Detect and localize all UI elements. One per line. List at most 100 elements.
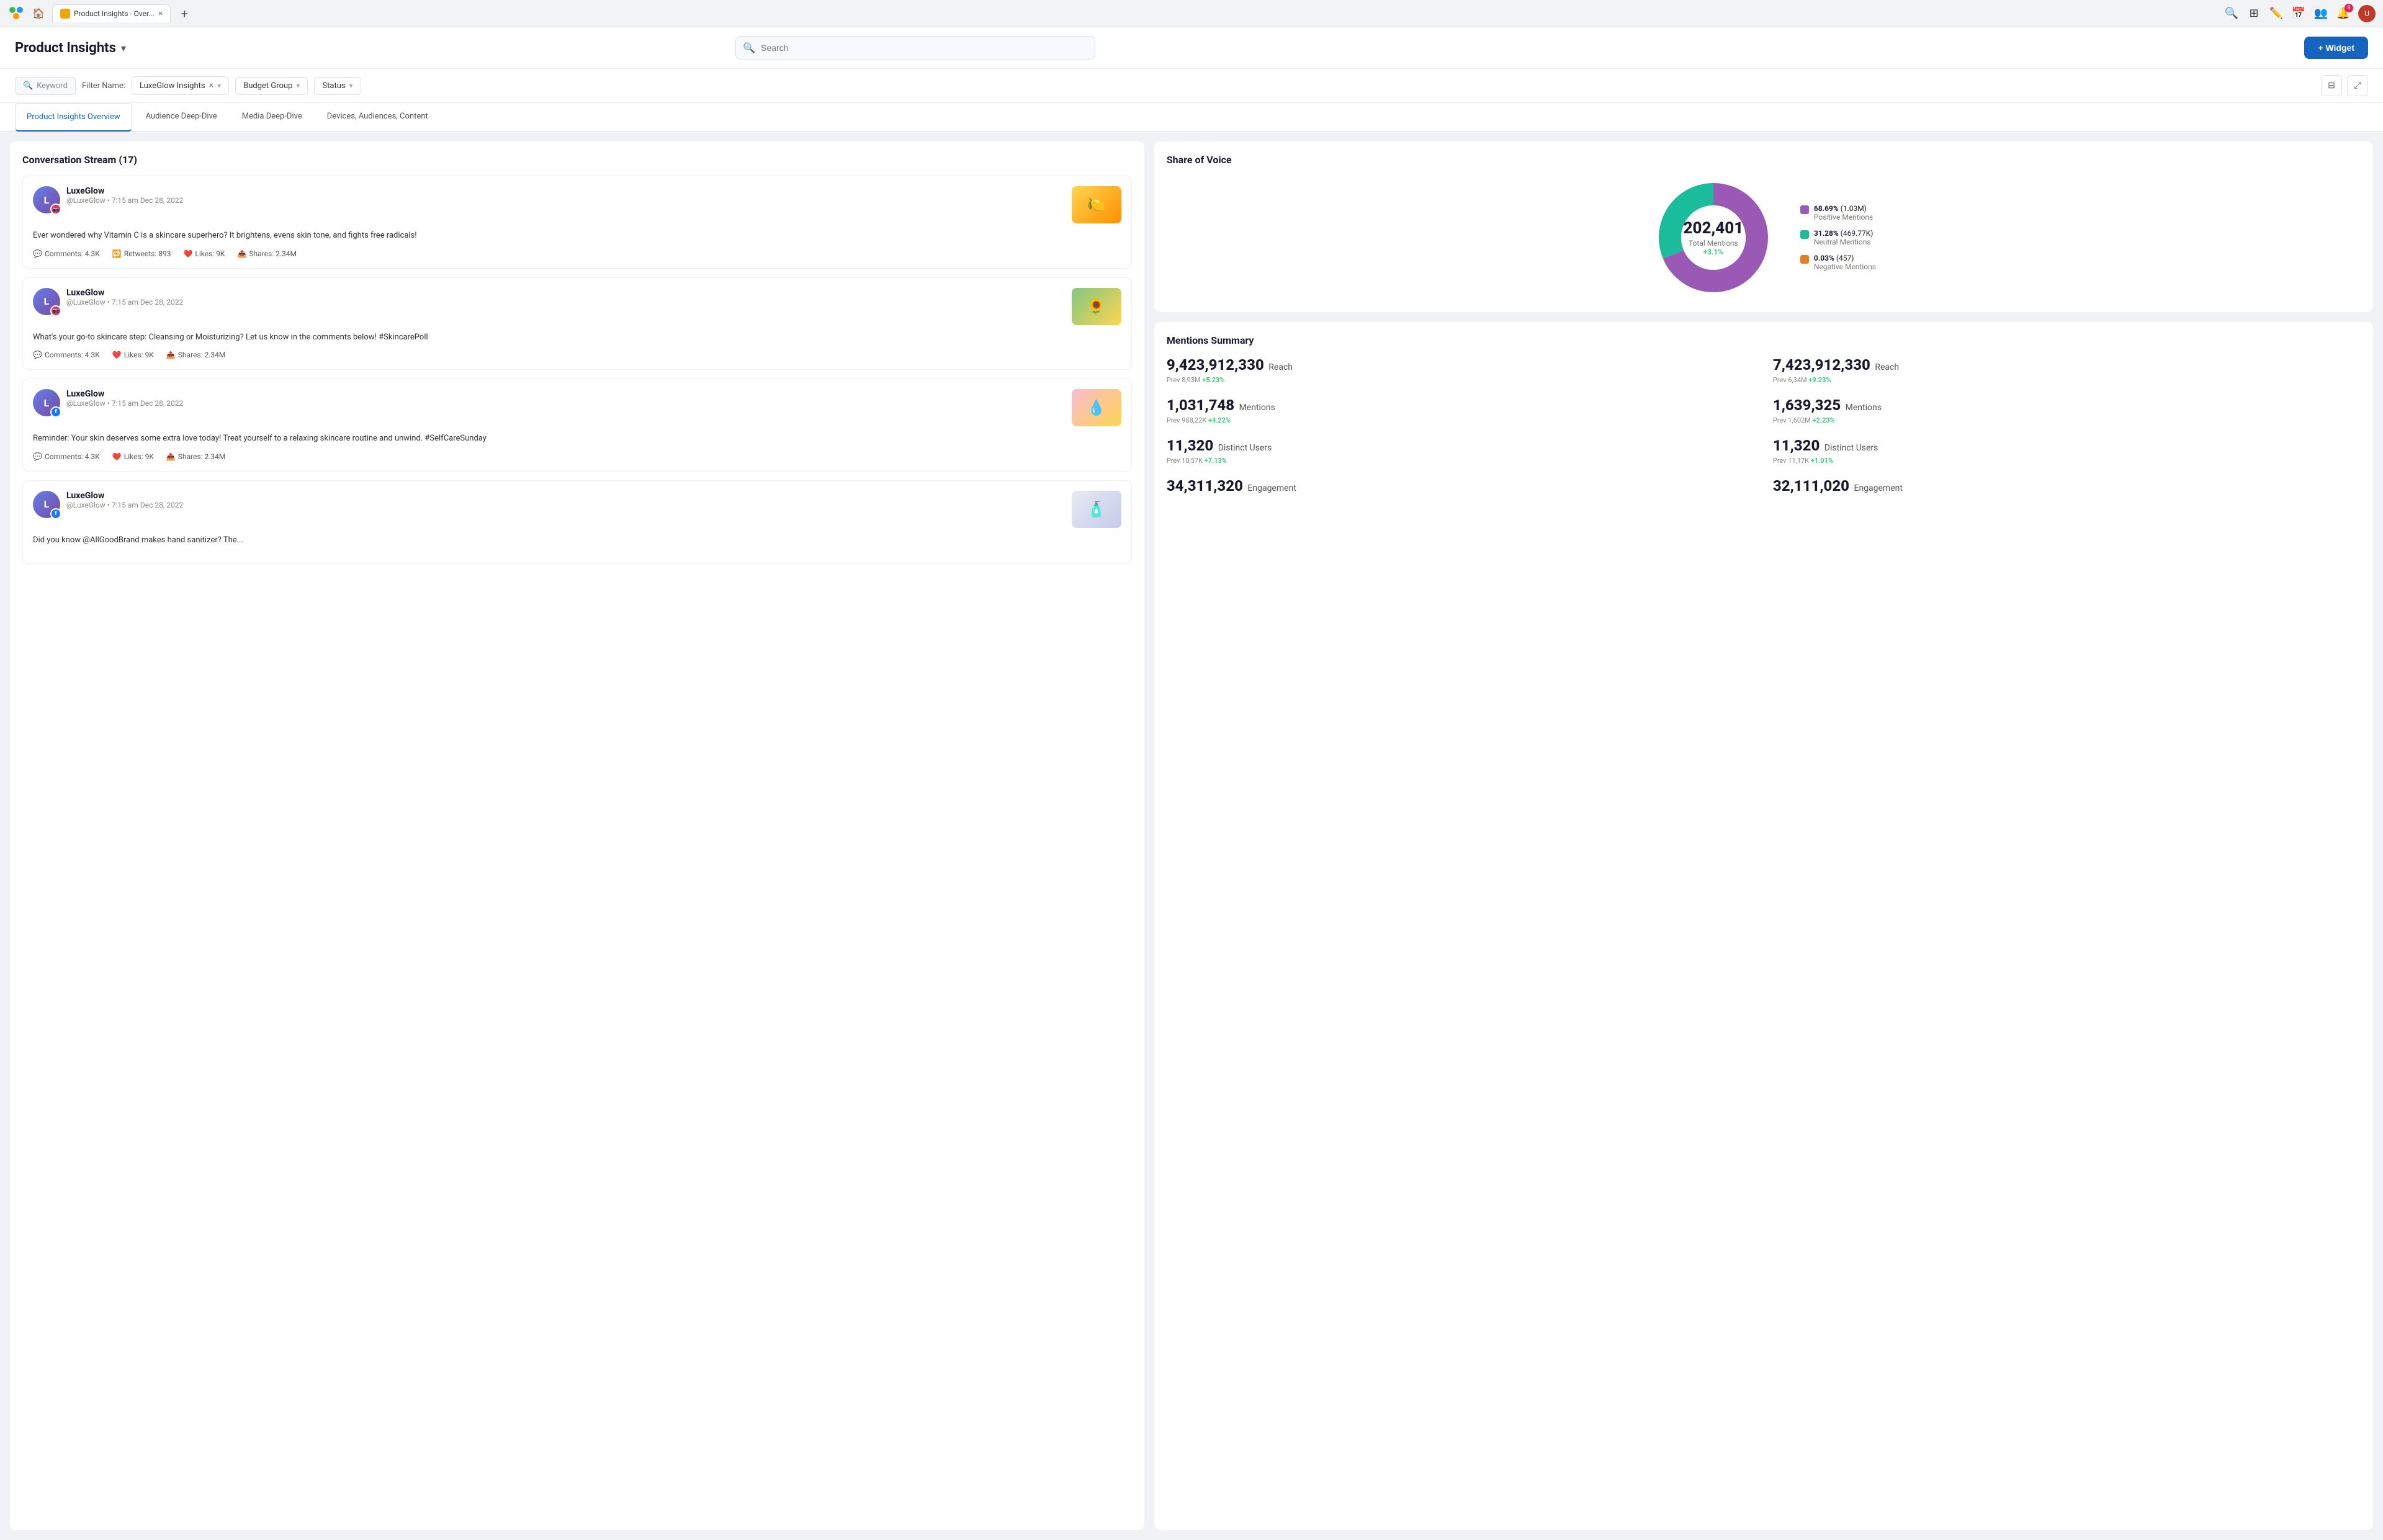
legend-positive: 68.69% (1.03M) Positive Mentions bbox=[1800, 204, 1876, 222]
facebook-badge-3: f bbox=[50, 406, 61, 418]
avatar-wrap-2: L 📷 bbox=[33, 288, 60, 315]
metric-value-engagement-2: 32,111,020 bbox=[1773, 477, 1849, 495]
metric-distinct-2: 11,320 Distinct Users Prev 11,17K +1.01% bbox=[1773, 437, 2361, 465]
card-text-1: Ever wondered why Vitamin C is a skincar… bbox=[33, 230, 1121, 242]
filter-tag-luxeglow[interactable]: LuxeGlow Insights × ▾ bbox=[132, 76, 229, 95]
sov-title: Share of Voice bbox=[1167, 154, 2361, 166]
metric-unit-engagement-1: Engagement bbox=[1247, 483, 1296, 493]
title-chevron-icon[interactable]: ▾ bbox=[121, 42, 126, 54]
card-meta-3: LuxeGlow @LuxeGlow • 7:15 am Dec 28, 202… bbox=[66, 389, 1066, 408]
card-stats-2: 💬 Comments: 4.3K ❤️ Likes: 9K 📤 Shares: … bbox=[33, 351, 1121, 359]
metric-prev-reach-1: Prev 8,93M +5.23% bbox=[1167, 376, 1754, 384]
filter-tag-text: LuxeGlow Insights bbox=[140, 81, 205, 91]
metric-unit-mentions-2: Mentions bbox=[1846, 403, 1882, 413]
metric-engagement-2: 32,111,020 Engagement bbox=[1773, 477, 2361, 495]
metric-engagement-1: 34,311,320 Engagement bbox=[1167, 477, 1754, 495]
metric-unit-mentions-1: Mentions bbox=[1239, 403, 1275, 413]
card-username-2: LuxeGlow bbox=[66, 288, 1066, 298]
bell-badge: 8 bbox=[2345, 4, 2353, 12]
mentions-summary-panel: Mentions Summary 9,423,912,330 Reach Pre… bbox=[1154, 322, 2373, 1530]
card-meta-4: LuxeGlow @LuxeGlow • 7:15 am Dec 28, 202… bbox=[66, 491, 1066, 509]
card-thumb-2: 🌻 bbox=[1072, 288, 1121, 325]
status-label: Status bbox=[322, 81, 345, 91]
card-handle-1: @LuxeGlow • 7:15 am Dec 28, 2022 bbox=[66, 196, 1066, 205]
facebook-badge-4: f bbox=[50, 508, 61, 519]
browser-logo bbox=[7, 5, 25, 22]
conversation-card-4: L f LuxeGlow @LuxeGlow • 7:15 am Dec 28,… bbox=[22, 480, 1132, 565]
card-thumb-1: 🍋 bbox=[1072, 186, 1121, 223]
metric-prev-distinct-2: Prev 11,17K +1.01% bbox=[1773, 457, 2361, 465]
tab-product-insights-overview[interactable]: Product Insights Overview bbox=[15, 103, 132, 132]
tab-audience-deep-dive[interactable]: Audience Deep-Dive bbox=[135, 103, 228, 131]
legend-text-negative: 0.03% (457) Negative Mentions bbox=[1814, 254, 1876, 271]
conversation-stream-title: Conversation Stream (17) bbox=[22, 154, 1132, 166]
metric-value-distinct-2: 11,320 bbox=[1773, 437, 1820, 454]
right-panel: Share of Voice 202,401 bbox=[1154, 141, 2373, 1530]
search-input[interactable] bbox=[735, 36, 1095, 60]
metric-value-reach-2: 7,423,912,330 bbox=[1773, 356, 1870, 374]
browser-edit-icon[interactable]: ✏️ bbox=[2269, 6, 2284, 21]
metric-reach-2: 7,423,912,330 Reach Prev 6,34M +9.23% bbox=[1773, 356, 2361, 384]
legend-negative: 0.03% (457) Negative Mentions bbox=[1800, 254, 1876, 271]
card-thumb-4: 🧴 bbox=[1072, 491, 1121, 528]
card-handle-2: @LuxeGlow • 7:15 am Dec 28, 2022 bbox=[66, 298, 1066, 307]
page-title-area: Product Insights ▾ bbox=[15, 40, 126, 56]
metric-prev-mentions-2: Prev 1,602M +2.23% bbox=[1773, 416, 2361, 424]
user-avatar[interactable]: U bbox=[2358, 5, 2376, 22]
browser-grid-icon[interactable]: ⊞ bbox=[2246, 6, 2261, 21]
stat-shares-3: 📤 Shares: 2.34M bbox=[166, 452, 225, 461]
browser-tab[interactable]: Product Insights - Over... × bbox=[52, 4, 171, 22]
filter-bar: 🔍 Keyword Filter Name: LuxeGlow Insights… bbox=[0, 69, 2383, 103]
browser-users-icon[interactable]: 👥 bbox=[2313, 6, 2328, 21]
search-bar: 🔍 bbox=[735, 36, 1095, 60]
card-thumb-3: 💧 bbox=[1072, 389, 1121, 426]
page-title: Product Insights bbox=[15, 40, 116, 56]
browser-chrome: 🏠 Product Insights - Over... × + 🔍 ⊞ ✏️ … bbox=[0, 0, 2383, 27]
add-widget-button[interactable]: + Widget bbox=[2304, 37, 2368, 59]
filter-right-icons: ⊟ ⤢ bbox=[2321, 75, 2368, 96]
tab-devices-audiences-content[interactable]: Devices, Audiences, Content bbox=[316, 103, 439, 131]
budget-group-dropdown[interactable]: Budget Group ▾ bbox=[235, 77, 308, 95]
stat-comments-3: 💬 Comments: 4.3K bbox=[33, 452, 100, 461]
legend-dot-neutral bbox=[1800, 230, 1809, 239]
filter-name-label: Filter Name: bbox=[82, 81, 125, 91]
metric-unit-distinct-2: Distinct Users bbox=[1824, 443, 1878, 453]
metric-value-distinct-1: 11,320 bbox=[1167, 437, 1213, 454]
tab-close-button[interactable]: × bbox=[158, 9, 163, 19]
share-of-voice-panel: Share of Voice 202,401 bbox=[1154, 141, 2373, 312]
metric-value-mentions-2: 1,639,325 bbox=[1773, 396, 1841, 414]
sov-content: 202,401 Total Mentions +3.1% 68.69% (1.0… bbox=[1167, 176, 2361, 300]
metric-value-mentions-1: 1,031,748 bbox=[1167, 396, 1234, 414]
card-meta-1: LuxeGlow @LuxeGlow • 7:15 am Dec 28, 202… bbox=[66, 186, 1066, 205]
expand-icon-button[interactable]: ⤢ bbox=[2347, 75, 2368, 96]
browser-search-icon[interactable]: 🔍 bbox=[2224, 6, 2239, 21]
legend-text-positive: 68.69% (1.03M) Positive Mentions bbox=[1814, 204, 1873, 222]
avatar-wrap-1: L 📷 bbox=[33, 186, 60, 213]
mentions-grid: 9,423,912,330 Reach Prev 8,93M +5.23% 7,… bbox=[1167, 356, 2361, 495]
donut-chart: 202,401 Total Mentions +3.1% bbox=[1651, 176, 1775, 300]
keyword-placeholder: Keyword bbox=[37, 81, 68, 91]
stat-comments-1: 💬 Comments: 4.3K bbox=[33, 249, 100, 258]
card-text-2: What's your go-to skincare step: Cleansi… bbox=[33, 331, 1121, 344]
instagram-badge-2: 📷 bbox=[50, 305, 61, 316]
browser-bell-icon[interactable]: 🔔 8 bbox=[2336, 6, 2351, 21]
donut-total: 202,401 bbox=[1684, 219, 1744, 238]
filter-icon-button[interactable]: ⊟ bbox=[2321, 75, 2342, 96]
browser-calendar-icon[interactable]: 📅 bbox=[2291, 6, 2306, 21]
metric-value-engagement-1: 34,311,320 bbox=[1167, 477, 1243, 495]
stat-likes-3: ❤️ Likes: 9K bbox=[112, 452, 154, 461]
stat-likes-1: ❤️ Likes: 9K bbox=[183, 249, 225, 258]
filter-tag-close-icon[interactable]: × bbox=[209, 81, 213, 91]
status-dropdown[interactable]: Status ▾ bbox=[314, 77, 361, 95]
legend-dot-negative bbox=[1800, 255, 1809, 264]
tab-media-deep-dive[interactable]: Media Deep-Dive bbox=[231, 103, 313, 131]
stat-likes-2: ❤️ Likes: 9K bbox=[112, 351, 154, 359]
conversation-card-2: L 📷 LuxeGlow @LuxeGlow • 7:15 am Dec 28,… bbox=[22, 277, 1132, 370]
conversation-card-3: L f LuxeGlow @LuxeGlow • 7:15 am Dec 28,… bbox=[22, 378, 1132, 472]
home-icon[interactable]: 🏠 bbox=[30, 5, 47, 22]
keyword-filter[interactable]: 🔍 Keyword bbox=[15, 77, 76, 95]
stat-comments-2: 💬 Comments: 4.3K bbox=[33, 351, 100, 359]
status-chevron-icon: ▾ bbox=[349, 81, 353, 90]
donut-label: Total Mentions bbox=[1684, 239, 1744, 248]
new-tab-button[interactable]: + bbox=[176, 5, 193, 22]
